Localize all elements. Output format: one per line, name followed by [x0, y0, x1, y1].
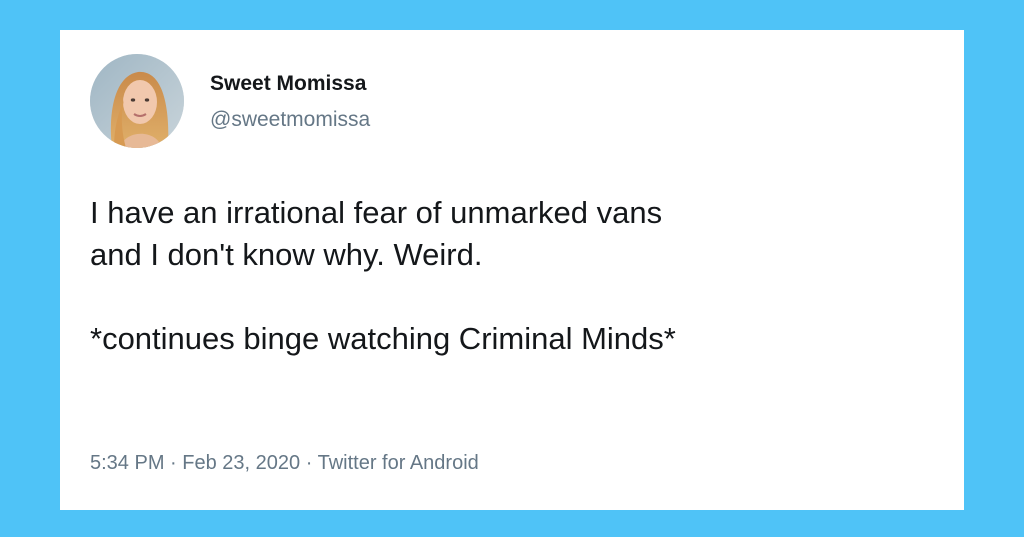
meta-separator: · [170, 452, 177, 474]
avatar[interactable] [90, 54, 184, 148]
tweet-text: I have an irrational fear of unmarked va… [90, 192, 950, 360]
tweet-time[interactable]: 5:34 PM [90, 452, 164, 474]
profile-photo-icon [90, 54, 184, 148]
tweet-source[interactable]: Twitter for Android [318, 452, 479, 474]
tweet-metadata: 5:34 PM · Feb 23, 2020 · Twitter for And… [90, 452, 479, 475]
tweet-text-line: *continues binge watching Criminal Minds… [90, 321, 676, 356]
tweet-text-line: I have an irrational fear of unmarked va… [90, 195, 663, 230]
tweet-text-line: and I don't know why. Weird. [90, 237, 483, 272]
author-handle[interactable]: @sweetmomissa [210, 108, 370, 132]
author-display-name[interactable]: Sweet Momissa [210, 72, 366, 96]
tweet-date[interactable]: Feb 23, 2020 [182, 452, 300, 474]
tweet-card: Sweet Momissa @sweetmomissa I have an ir… [60, 30, 964, 510]
meta-separator: · [305, 452, 313, 474]
